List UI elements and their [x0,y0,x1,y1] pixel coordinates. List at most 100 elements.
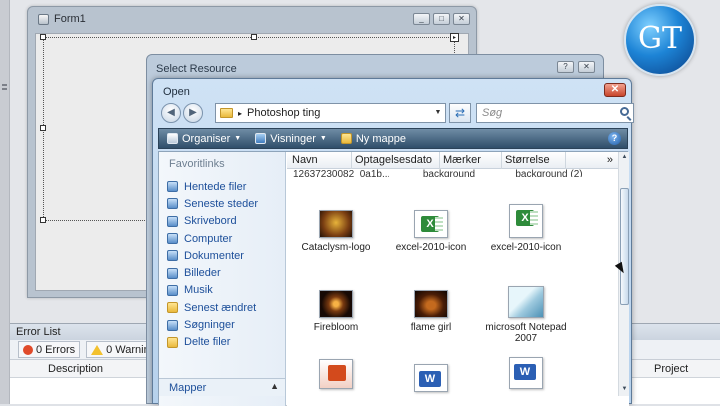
pictures-icon [167,267,178,279]
gt-logo: GT [624,4,696,76]
form1-titlebar: Form1 [38,13,86,25]
favorite-item-recently-changed[interactable]: Senest ændret [167,299,258,316]
favorite-item-documents[interactable]: Dokumenter [167,247,258,264]
address-bar[interactable]: ▸ Photoshop ting ▼ [215,103,446,123]
file-item[interactable]: excel-2010-icon [383,210,479,253]
music-icon [167,284,178,296]
favorite-item-music[interactable]: Musik [167,282,258,299]
back-arrow-icon[interactable]: ◀ [161,103,181,123]
breadcrumb-separator-icon[interactable]: ▸ [238,109,242,118]
file-name: excel-2010-icon [490,242,562,253]
search-placeholder: Søg [482,107,503,119]
forward-arrow-icon[interactable]: ▶ [183,103,203,123]
file-item[interactable] [288,359,384,393]
views-icon [255,133,267,144]
scroll-up-icon[interactable]: ▲ [620,153,629,162]
column-description[interactable]: Description [48,363,103,375]
organize-button[interactable]: Organiser ▼ [167,133,241,145]
chevron-down-icon[interactable]: ▼ [431,104,445,122]
file-item[interactable] [478,357,574,393]
favorites-list: Hentede filer Seneste steder Skrivebord … [167,178,258,351]
scroll-down-icon[interactable]: ▼ [620,385,629,394]
column-date-taken[interactable]: Optagelsesdato [355,154,432,166]
file-item-cutoff[interactable]: 12637230082_0a1b... [293,169,389,177]
errors-filter-button[interactable]: 0 Errors [18,341,81,358]
excel-thumb [414,210,448,238]
searches-icon [167,319,178,331]
select-resource-caption-buttons: ? ✕ [557,61,595,73]
firebloom-thumb [319,290,353,318]
chevron-down-icon: ▼ [234,135,242,142]
organize-icon [167,133,178,144]
word-thumb [414,364,448,392]
downloads-icon [167,181,178,193]
file-item[interactable]: Firebloom [288,290,384,333]
favorite-item-pictures[interactable]: Billeder [167,264,258,281]
favorite-item-shared-files[interactable]: Delte filer [167,334,258,351]
views-button[interactable]: Visninger ▼ [255,133,327,145]
recent-places-icon [167,198,178,210]
maximize-icon[interactable]: □ [433,13,450,25]
new-folder-icon [340,133,352,144]
file-item[interactable]: excel-2010-icon [478,204,574,253]
column-header-row: Navn Optagelsesdato Mærker Størrelse » [287,152,618,169]
ide-left-toolstrip [0,0,10,404]
organize-label: Organiser [182,132,231,145]
file-item[interactable] [383,364,479,396]
resize-handle[interactable] [40,217,46,223]
warning-icon [91,344,104,355]
column-tags[interactable]: Mærker [443,154,481,166]
chevron-down-icon: ▼ [319,135,327,142]
file-item-cutoff[interactable]: background [409,169,489,177]
new-folder-button[interactable]: Ny mappe [340,132,406,145]
column-size[interactable]: Størrelse [505,154,550,166]
favorite-item-recent-places[interactable]: Seneste steder [167,195,258,212]
file-name: excel-2010-icon [395,242,467,253]
open-file-dialog[interactable]: Open ✕ ◀ ▶ ▸ Photoshop ting ▼ ⇄ Søg Orga… [152,78,634,406]
flame-thumb [414,290,448,318]
favorite-item-desktop[interactable]: Skrivebord [167,213,258,230]
file-item[interactable]: flame girl [383,290,479,333]
desktop-icon [167,215,178,227]
excel-thumb [509,204,543,238]
close-icon[interactable]: ✕ [604,83,626,97]
wow-logo-thumb [319,210,353,238]
chevron-up-icon[interactable]: ▲ [270,381,279,391]
search-icon[interactable] [620,107,629,116]
smart-tag-arrow-icon[interactable]: ▸ [450,33,459,42]
resize-handle[interactable] [40,125,46,131]
minimize-icon[interactable]: _ [413,13,430,25]
scrollbar-thumb[interactable] [620,188,629,305]
search-input[interactable]: Søg [476,103,634,123]
folders-toggle[interactable]: Mapper ▲ [159,378,285,396]
select-resource-title: Select Resource [156,63,237,75]
help-icon[interactable]: ? [608,132,621,145]
close-icon[interactable]: ✕ [578,61,595,73]
column-project[interactable]: Project [654,363,688,375]
more-columns-icon[interactable]: » [607,154,613,166]
resize-handle[interactable] [40,34,46,40]
file-item[interactable]: Cataclysm-logo [288,210,384,253]
computer-icon [167,233,178,245]
new-folder-label: Ny mappe [355,132,406,145]
refresh-icon[interactable]: ⇄ [449,103,471,123]
close-icon[interactable]: ✕ [453,13,470,25]
column-name[interactable]: Navn [292,154,318,166]
help-icon[interactable]: ? [557,61,574,73]
address-path[interactable]: Photoshop ting [247,107,320,119]
form1-caption-buttons: _ □ ✕ [413,13,470,25]
word-thumb [509,357,543,389]
file-name: microsoft Notepad 2007 [485,322,567,344]
notepad-thumb [508,286,544,318]
favorite-item-downloads[interactable]: Hentede filer [167,178,258,195]
column-separator [565,152,566,169]
file-item[interactable]: microsoft Notepad 2007 [478,286,574,344]
favorite-item-searches[interactable]: Søgninger [167,316,258,333]
navigation-row: ◀ ▶ ▸ Photoshop ting ▼ ⇄ Søg [159,101,634,125]
file-item-cutoff[interactable]: background (2) [501,169,597,177]
errors-count: 0 Errors [36,343,76,356]
form-icon [38,13,49,25]
resize-handle[interactable] [251,34,257,40]
favorite-item-computer[interactable]: Computer [167,230,258,247]
shared-folder-icon [167,336,178,348]
